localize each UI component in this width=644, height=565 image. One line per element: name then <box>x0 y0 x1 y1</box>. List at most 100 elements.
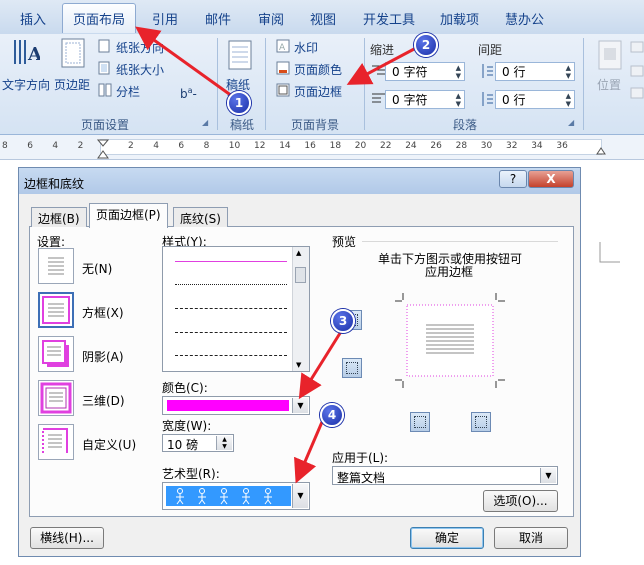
tab-shading[interactable]: 底纹(S) <box>173 207 228 227</box>
style-option-dashed[interactable] <box>175 332 287 333</box>
setting-none-button[interactable] <box>38 248 74 284</box>
spacing-after-spinner[interactable]: 0 行 ▲ ▼ <box>495 90 575 109</box>
tab-insert[interactable]: 插入 <box>20 9 46 28</box>
style-option-dashed-short[interactable] <box>175 308 287 309</box>
page-color-icon <box>276 61 290 75</box>
svg-text:A: A <box>27 44 40 65</box>
tab-page-border[interactable]: 页面边框(P) <box>89 203 168 228</box>
indent-left-value: 0 字符 <box>392 65 428 79</box>
group-separator <box>583 38 584 130</box>
tab-page-layout[interactable]: 页面布局 <box>62 3 137 33</box>
horizontal-line-button[interactable]: 横线(H)... <box>30 527 104 549</box>
arrange-small-icons <box>630 41 644 99</box>
setting-box-button[interactable] <box>38 292 74 328</box>
spacing-after-icon <box>482 92 493 106</box>
chevron-down-icon[interactable]: ▼ <box>292 484 308 508</box>
page-setup-dialog-launcher[interactable]: ◢ <box>202 118 208 127</box>
width-dropdown[interactable]: 10 磅 ▲ ▼ <box>162 434 234 452</box>
indent-marker-icon[interactable] <box>97 139 109 159</box>
spacing-before-icon <box>482 64 493 78</box>
indent-left-spinner[interactable]: 0 字符 ▲ ▼ <box>385 62 465 81</box>
group-separator <box>364 38 365 130</box>
preview-bottom-border-button[interactable] <box>342 358 362 378</box>
columns-icon <box>98 83 112 97</box>
position-button[interactable]: 位置 <box>597 76 621 93</box>
ribbon-panel: A 文字方向 页边距 纸张方向 纸张大小 分栏 ba- 页面设置 稿纸 设置 稿… <box>0 34 644 135</box>
setting-none-label: 无(N) <box>82 262 113 276</box>
page-color-button[interactable]: 页面颜色 <box>294 61 342 78</box>
indent-right-value: 0 字符 <box>392 93 428 107</box>
close-button[interactable]: X <box>528 170 574 188</box>
color-swatch <box>167 400 289 411</box>
tab-view[interactable]: 视图 <box>310 9 336 28</box>
orientation-button[interactable]: 纸张方向 <box>116 39 164 56</box>
paragraph-group-label: 段落 <box>452 118 477 132</box>
chevron-down-icon[interactable]: ▼ <box>540 468 556 483</box>
style-option-solid[interactable] <box>175 261 287 262</box>
tab-review[interactable]: 审阅 <box>258 9 284 28</box>
ribbon-tab-bar: 插入 页面布局 引用 邮件 审阅 视图 开发工具 加载项 慧办公 <box>0 0 644 35</box>
text-direction-button[interactable]: 文字方向 <box>2 76 50 93</box>
art-dropdown[interactable]: ▼ <box>162 482 310 510</box>
indent-right-spinner[interactable]: 0 字符 ▲ ▼ <box>385 90 465 109</box>
dialog-title-bar[interactable] <box>19 168 580 194</box>
tab-addins[interactable]: 加载项 <box>440 9 479 28</box>
margins-button[interactable]: 页边距 <box>54 76 90 93</box>
paragraph-dialog-launcher[interactable]: ◢ <box>568 118 574 127</box>
watermark-icon: A <box>276 39 290 53</box>
ruler-number: 36 <box>556 141 568 151</box>
ruler-number: 14 <box>279 141 291 151</box>
cancel-button[interactable]: 取消 <box>494 527 568 549</box>
scroll-up-icon[interactable]: ▲ <box>296 249 301 257</box>
preview-left-border-button[interactable] <box>410 412 430 432</box>
hyphenation-button[interactable]: ba- <box>180 86 197 101</box>
ruler-number: 6 <box>27 141 33 151</box>
page-borders-button[interactable]: 页面边框 <box>294 83 342 100</box>
page-borders-icon <box>276 83 290 97</box>
width-spin-icon[interactable]: ▲ ▼ <box>216 436 232 450</box>
ruler-number: 18 <box>329 141 342 151</box>
tab-mailings[interactable]: 邮件 <box>205 9 231 28</box>
tab-developer[interactable]: 开发工具 <box>363 9 415 28</box>
ruler-number: 30 <box>480 141 493 151</box>
preview-page[interactable] <box>395 293 505 388</box>
setting-custom-icon <box>42 428 68 453</box>
ok-button[interactable]: 确定 <box>410 527 484 549</box>
setting-shadow-button[interactable] <box>38 336 74 372</box>
ruler-number: 10 <box>228 141 241 151</box>
apply-to-dropdown[interactable]: 整篇文档 ▼ <box>332 466 558 485</box>
preview-right-border-button[interactable] <box>471 412 491 432</box>
dialog-title: 边框和底纹 <box>24 177 85 191</box>
size-button[interactable]: 纸张大小 <box>116 61 164 78</box>
annotation-badge-1: 1 <box>227 91 251 115</box>
columns-button[interactable]: 分栏 <box>116 83 140 100</box>
page-setup-group-label: 页面设置 <box>80 118 129 132</box>
style-option-dotted[interactable] <box>175 284 287 285</box>
spacing-before-spinner[interactable]: 0 行 ▲ ▼ <box>495 62 575 81</box>
right-indent-marker-icon[interactable] <box>596 147 606 155</box>
help-button[interactable]: ? <box>499 170 527 188</box>
setting-3d-button[interactable] <box>38 380 74 416</box>
style-listbox[interactable]: ▲ ▼ <box>162 246 310 372</box>
setting-custom-button[interactable] <box>38 424 74 460</box>
tab-huibangong[interactable]: 慧办公 <box>505 9 544 28</box>
ruler-number: 24 <box>405 141 417 151</box>
watermark-button[interactable]: 水印 <box>294 39 318 56</box>
scroll-down-icon[interactable]: ▼ <box>296 361 301 369</box>
chevron-down-icon[interactable]: ▼ <box>292 398 308 413</box>
tab-references[interactable]: 引用 <box>152 9 178 28</box>
setting-box-label: 方框(X) <box>82 306 124 320</box>
style-scrollbar[interactable]: ▲ ▼ <box>292 247 309 371</box>
art-figures-icon <box>176 488 272 505</box>
spacing-before-value: 0 行 <box>502 65 526 79</box>
scroll-thumb[interactable] <box>295 267 306 283</box>
width-label: 宽度(W): <box>162 419 212 433</box>
orientation-icon <box>98 39 110 53</box>
art-label: 艺术型(R): <box>162 467 220 481</box>
style-option-dash-dot[interactable] <box>175 355 287 356</box>
ruler-number: 26 <box>430 141 442 151</box>
tab-borders[interactable]: 边框(B) <box>31 207 87 227</box>
color-dropdown[interactable]: ▼ <box>162 396 310 415</box>
options-button[interactable]: 选项(O)... <box>483 490 558 512</box>
draft-group-label: 稿纸 <box>229 118 254 132</box>
